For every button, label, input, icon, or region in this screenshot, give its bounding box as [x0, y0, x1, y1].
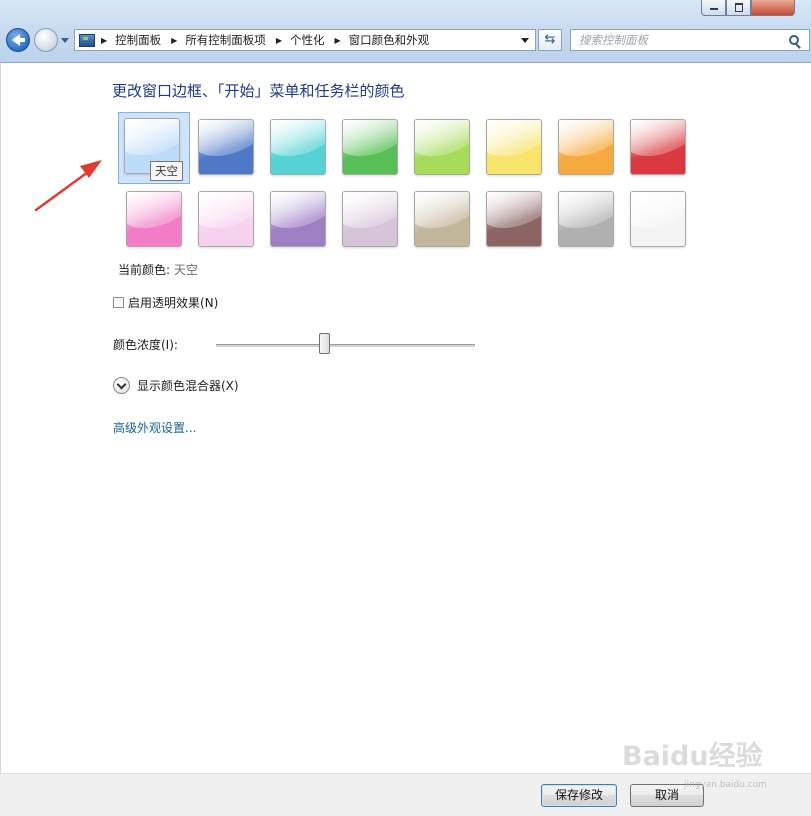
annotation-arrow-icon: [34, 160, 102, 212]
watermark-logo: Baidu经验: [622, 741, 763, 772]
save-changes-button[interactable]: 保存修改: [541, 784, 617, 807]
watermark-url: jingyan.baidu.com: [684, 780, 768, 790]
